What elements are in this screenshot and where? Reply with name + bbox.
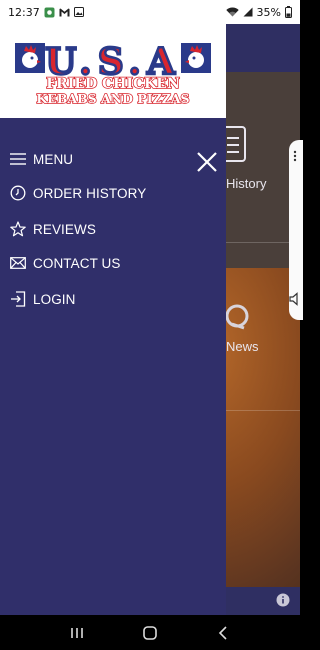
gmail-icon [59,8,70,17]
svg-text:KEBABS AND PIZZAS: KEBABS AND PIZZAS [36,91,189,106]
back-icon [219,625,227,640]
rooster-icon [15,43,45,73]
hamburger-icon [10,151,26,167]
drawer-item-label: REVIEWS [33,221,96,237]
rooster-icon [181,43,211,73]
navigation-drawer: U.S.A FRIED CHICKEN KEBABS AND PIZZAS ME… [0,24,226,615]
back-button[interactable] [203,615,243,650]
drawer-item-contact-us[interactable]: CONTACT US [0,248,226,278]
battery-icon [285,6,292,18]
speaker-icon[interactable] [289,292,301,311]
usa-fried-chicken-logo: U.S.A FRIED CHICKEN KEBABS AND PIZZAS [14,40,212,107]
drawer-item-reviews[interactable]: REVIEWS [0,214,226,244]
photo-notification-icon [44,7,55,18]
envelope-icon [10,255,26,271]
home-button[interactable] [130,615,170,650]
drawer-item-label: LOGIN [33,291,76,307]
drawer-item-label: ORDER HISTORY [33,185,147,201]
drawer-item-label: MENU [33,151,74,167]
drawer-item-login[interactable]: LOGIN [0,284,226,314]
status-bar: 12:37 35% [0,0,300,24]
status-time: 12:37 [8,5,40,19]
image-icon [73,7,84,17]
more-options-icon[interactable] [292,150,298,164]
info-icon[interactable] [276,593,290,607]
system-navigation-bar [0,615,300,650]
recent-apps-icon [70,627,83,638]
clock-icon [10,185,26,201]
drawer-header: U.S.A FRIED CHICKEN KEBABS AND PIZZAS [0,24,226,118]
news-tile-label: News [226,339,259,354]
recent-apps-button[interactable] [57,615,97,650]
login-icon [10,291,26,307]
drawer-item-menu[interactable]: MENU [0,144,226,174]
drawer-item-order-history[interactable]: ORDER HISTORY [0,178,226,208]
battery-percent: 35% [256,5,281,19]
history-tile-label: History [226,176,267,191]
home-icon [143,625,157,640]
signal-icon [243,7,253,17]
news-icon [222,304,252,335]
star-icon [10,221,26,237]
svg-text:FRIED CHICKEN: FRIED CHICKEN [46,76,180,92]
drawer-item-label: CONTACT US [33,255,121,271]
wifi-icon [225,7,239,17]
